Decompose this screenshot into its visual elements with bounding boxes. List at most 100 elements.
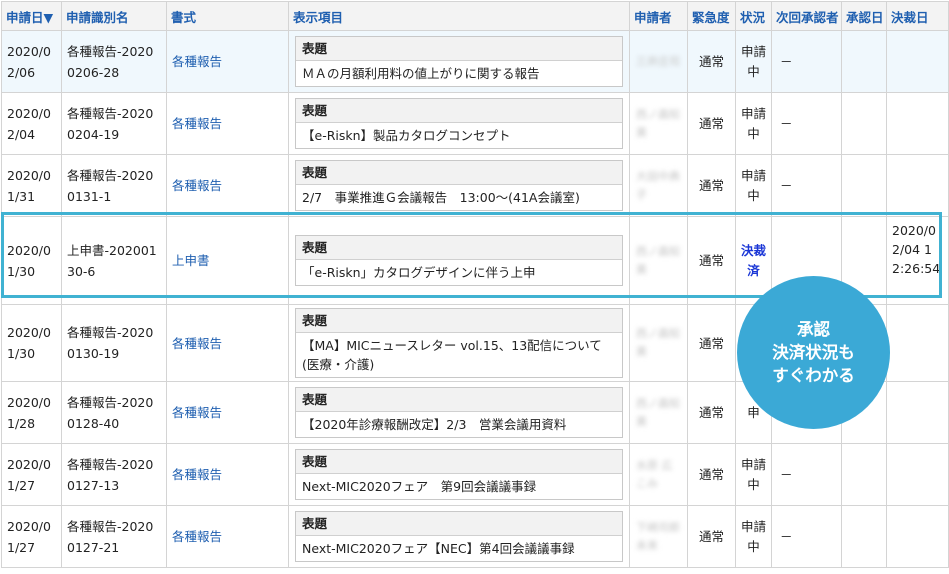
cell-status: 申請中 <box>735 92 772 155</box>
table-row[interactable]: 2020/02/04 各種報告-20200204-19 各種報告 表題 【e-R… <box>1 92 949 155</box>
cell-applicant: 下崎司郎未来 <box>629 505 688 568</box>
cell-request-id: 各種報告-20200130-19 <box>61 304 167 382</box>
cell-date: 2020/02/06 <box>1 30 62 93</box>
column-header-applicant[interactable]: 申請者 <box>629 1 688 31</box>
cell-form-link[interactable]: 各種報告 <box>166 381 289 444</box>
column-header-date-sort[interactable]: 申請日▼ <box>1 1 62 31</box>
applicant-name-blurred: 大田中典子 <box>636 169 680 201</box>
cell-request-id: 上申書-20200130-6 <box>61 216 167 305</box>
table-row[interactable]: 2020/02/06 各種報告-20200206-28 各種報告 表題 ＭＡの月… <box>1 30 949 93</box>
column-header-display-item: 表示項目 <box>288 1 630 31</box>
cell-applicant: 水原 広こみ <box>629 443 688 506</box>
cell-decision-date <box>886 443 949 506</box>
cell-display-item: 表題 2/7 事業推進Ｇ会議報告 13:00～(41A会議室) <box>288 154 630 217</box>
applicant-name-blurred: 水原 広こみ <box>636 458 673 490</box>
cell-urgency: 通常 <box>687 505 736 568</box>
cell-applicant: 西ノ森知美 <box>629 304 688 382</box>
cell-urgency: 通常 <box>687 443 736 506</box>
cell-display-item: 表題 【e-Riskn】製品カタログコンセプト <box>288 92 630 155</box>
display-item-box: 表題 【MA】MICニュースレター vol.15、13配信について(医療・介護) <box>295 308 623 378</box>
cell-status: 申請中 <box>735 30 772 93</box>
display-item-label: 表題 <box>296 309 622 333</box>
display-item-box: 表題 ＭＡの月額利用料の値上がりに関する報告 <box>295 36 623 87</box>
applicant-name-blurred: 西ノ森知美 <box>636 107 680 139</box>
display-item-value: 【2020年診療報酬改定】2/3 営業会議用資料 <box>302 417 567 432</box>
cell-urgency: 通常 <box>687 30 736 93</box>
cell-display-item: 表題 「e-Riskn」カタログデザインに伴う上申 <box>288 216 630 305</box>
cell-display-item: 表題 【MA】MICニュースレター vol.15、13配信について(医療・介護) <box>288 304 630 382</box>
cell-applicant: 大田中典子 <box>629 154 688 217</box>
cell-status: 申請中 <box>735 443 772 506</box>
column-header-decision-date[interactable]: 決裁日 <box>886 1 949 31</box>
applicant-name-blurred: 三井庄司 <box>636 54 680 68</box>
display-item-label: 表題 <box>296 99 622 123</box>
column-header-request-id[interactable]: 申請識別名 <box>61 1 167 31</box>
column-header-next-approver: 次回承認者 <box>771 1 842 31</box>
cell-approved-date <box>841 92 887 155</box>
display-item-box: 表題 2/7 事業推進Ｇ会議報告 13:00～(41A会議室) <box>295 160 623 211</box>
cell-approved-date <box>841 443 887 506</box>
display-item-value: 【e-Riskn】製品カタログコンセプト <box>302 128 511 143</box>
display-item-label: 表題 <box>296 388 622 412</box>
cell-decision-date <box>886 92 949 155</box>
cell-urgency: 通常 <box>687 154 736 217</box>
cell-applicant: 三井庄司 <box>629 30 688 93</box>
cell-applicant: 西ノ森知美 <box>629 381 688 444</box>
display-item-box: 表題 Next-MIC2020フェア 第9回会議議事録 <box>295 449 623 500</box>
applicant-name-blurred: 西ノ森知美 <box>636 327 680 358</box>
cell-date: 2020/01/27 <box>1 505 62 568</box>
cell-form-link[interactable]: 各種報告 <box>166 304 289 382</box>
cell-display-item: 表題 【2020年診療報酬改定】2/3 営業会議用資料 <box>288 381 630 444</box>
column-header-urgency[interactable]: 緊急度 <box>687 1 736 31</box>
table-header-row: 申請日▼ 申請識別名 書式 表示項目 申請者 緊急度 状況 次回承認者 承認日 … <box>1 1 949 31</box>
cell-form-link[interactable]: 各種報告 <box>166 505 289 568</box>
display-item-box: 表題 【2020年診療報酬改定】2/3 営業会議用資料 <box>295 387 623 438</box>
cell-next-approver: － <box>771 505 842 568</box>
cell-request-id: 各種報告-20200127-13 <box>61 443 167 506</box>
cell-date: 2020/01/30 <box>1 304 62 382</box>
display-item-value: 【MA】MICニュースレター vol.15、13配信について(医療・介護) <box>302 338 602 372</box>
display-item-box: 表題 「e-Riskn」カタログデザインに伴う上申 <box>295 235 623 286</box>
cell-date: 2020/01/28 <box>1 381 62 444</box>
cell-urgency: 通常 <box>687 304 736 382</box>
applicant-name-blurred: 西ノ森知美 <box>636 244 680 276</box>
cell-form-link[interactable]: 各種報告 <box>166 154 289 217</box>
display-item-box: 表題 Next-MIC2020フェア【NEC】第4回会議議事録 <box>295 511 623 562</box>
column-header-status[interactable]: 状況 <box>735 1 772 31</box>
cell-form-link[interactable]: 各種報告 <box>166 92 289 155</box>
display-item-value: Next-MIC2020フェア 第9回会議議事録 <box>302 479 537 494</box>
cell-display-item: 表題 Next-MIC2020フェア【NEC】第4回会議議事録 <box>288 505 630 568</box>
feature-callout-bubble: 承認 決済状況も すぐわかる <box>737 276 890 429</box>
cell-date: 2020/02/04 <box>1 92 62 155</box>
display-item-label: 表題 <box>296 236 622 260</box>
table-row[interactable]: 2020/01/27 各種報告-20200127-21 各種報告 表題 Next… <box>1 505 949 568</box>
display-item-label: 表題 <box>296 450 622 474</box>
cell-status: 申請中 <box>735 505 772 568</box>
column-header-approved-date[interactable]: 承認日 <box>841 1 887 31</box>
display-item-label: 表題 <box>296 512 622 536</box>
cell-form-link[interactable]: 各種報告 <box>166 30 289 93</box>
callout-line-1: 承認 <box>797 320 830 339</box>
cell-form-link[interactable]: 上申書 <box>166 216 289 305</box>
cell-next-approver: － <box>771 154 842 217</box>
column-header-form[interactable]: 書式 <box>166 1 289 31</box>
table-row[interactable]: 2020/01/31 各種報告-20200131-1 各種報告 表題 2/7 事… <box>1 154 949 217</box>
cell-display-item: 表題 Next-MIC2020フェア 第9回会議議事録 <box>288 443 630 506</box>
display-item-value: ＭＡの月額利用料の値上がりに関する報告 <box>302 66 540 81</box>
cell-date: 2020/01/27 <box>1 443 62 506</box>
cell-next-approver: － <box>771 30 842 93</box>
cell-decision-date <box>886 381 949 444</box>
cell-display-item: 表題 ＭＡの月額利用料の値上がりに関する報告 <box>288 30 630 93</box>
display-item-box: 表題 【e-Riskn】製品カタログコンセプト <box>295 98 623 149</box>
applicant-name-blurred: 下崎司郎未来 <box>636 520 680 552</box>
cell-approved-date <box>841 505 887 568</box>
cell-form-link[interactable]: 各種報告 <box>166 443 289 506</box>
cell-decision-date <box>886 505 949 568</box>
cell-decision-date <box>886 30 949 93</box>
applicant-name-blurred: 西ノ森知美 <box>636 396 680 428</box>
table-row[interactable]: 2020/01/27 各種報告-20200127-13 各種報告 表題 Next… <box>1 443 949 506</box>
cell-request-id: 各種報告-20200128-40 <box>61 381 167 444</box>
cell-request-id: 各種報告-20200131-1 <box>61 154 167 217</box>
cell-applicant: 西ノ森知美 <box>629 216 688 305</box>
cell-next-approver: － <box>771 92 842 155</box>
